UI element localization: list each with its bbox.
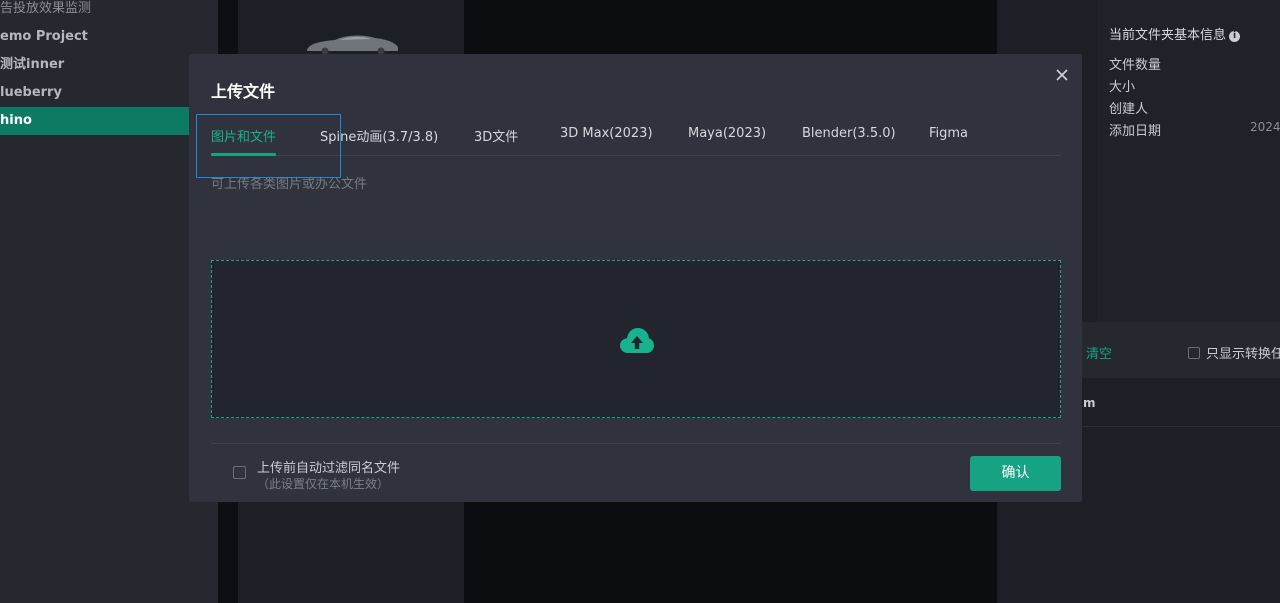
list-header: m xyxy=(1083,396,1096,410)
sidebar-item[interactable]: lueberry xyxy=(0,79,218,107)
tab-3d-file[interactable]: 3D文件 xyxy=(474,126,518,145)
filter-same-name-label: 上传前自动过滤同名文件 xyxy=(257,461,401,476)
tab-maya[interactable]: Maya(2023) xyxy=(688,126,766,141)
filter-same-name-checkbox[interactable] xyxy=(233,466,246,479)
modal-title: 上传文件 xyxy=(211,82,276,101)
sidebar-item[interactable]: 测试inner xyxy=(0,51,218,79)
file-dropzone[interactable] xyxy=(211,260,1061,418)
tab-spine-animation[interactable]: Spine动画(3.7/3.8) xyxy=(320,126,438,145)
folder-info-box xyxy=(1097,0,1280,322)
car-thumbnail-image[interactable] xyxy=(305,33,400,55)
active-tab-indicator xyxy=(211,153,276,156)
info-row-creator: 创建人 xyxy=(1109,102,1149,117)
tab-blender[interactable]: Blender(3.5.0) xyxy=(802,126,896,141)
upload-type-tabs: 图片和文件 Spine动画(3.7/3.8) 3D文件 3D Max(2023)… xyxy=(196,112,1061,178)
info-row-size: 大小 xyxy=(1109,80,1136,95)
info-icon[interactable]: i xyxy=(1229,31,1241,42)
info-row-date-added: 添加日期 xyxy=(1109,124,1162,139)
only-show-convert-checkbox[interactable]: 只显示转换任 xyxy=(1188,343,1280,362)
sidebar-item[interactable]: emo Project xyxy=(0,23,218,51)
confirm-button[interactable]: 确认 xyxy=(970,456,1061,491)
checkbox-box[interactable] xyxy=(1188,347,1200,359)
upload-file-modal: 上传文件 图片和文件 Spine动画(3.7/3.8) 3D文件 3D Max(… xyxy=(189,54,1082,502)
clear-button[interactable]: 清空 xyxy=(1086,343,1112,362)
close-icon[interactable] xyxy=(1053,66,1071,84)
filter-same-name-note: （此设置仅在本机生效） xyxy=(257,477,390,491)
sidebar-item-active[interactable]: hino xyxy=(0,107,218,135)
tab-figma[interactable]: Figma xyxy=(929,126,968,141)
info-date-value: 2024 xyxy=(1250,120,1280,134)
folder-info-title: 当前文件夹基本信息 i xyxy=(1109,24,1241,43)
tab-images-and-files[interactable]: 图片和文件 xyxy=(211,126,276,145)
cloud-upload-icon xyxy=(620,328,654,353)
focus-highlight xyxy=(196,114,341,178)
info-row-file-count: 文件数量 xyxy=(1109,58,1162,73)
project-sidebar: 告投放效果监测 emo Project 测试inner lueberry hin… xyxy=(0,0,218,603)
footer-divider xyxy=(211,443,1061,444)
tab-3d-max[interactable]: 3D Max(2023) xyxy=(560,126,653,141)
sidebar-item[interactable]: 告投放效果监测 xyxy=(0,0,218,23)
upload-hint: 可上传各类图片或办公文件 xyxy=(211,177,368,192)
